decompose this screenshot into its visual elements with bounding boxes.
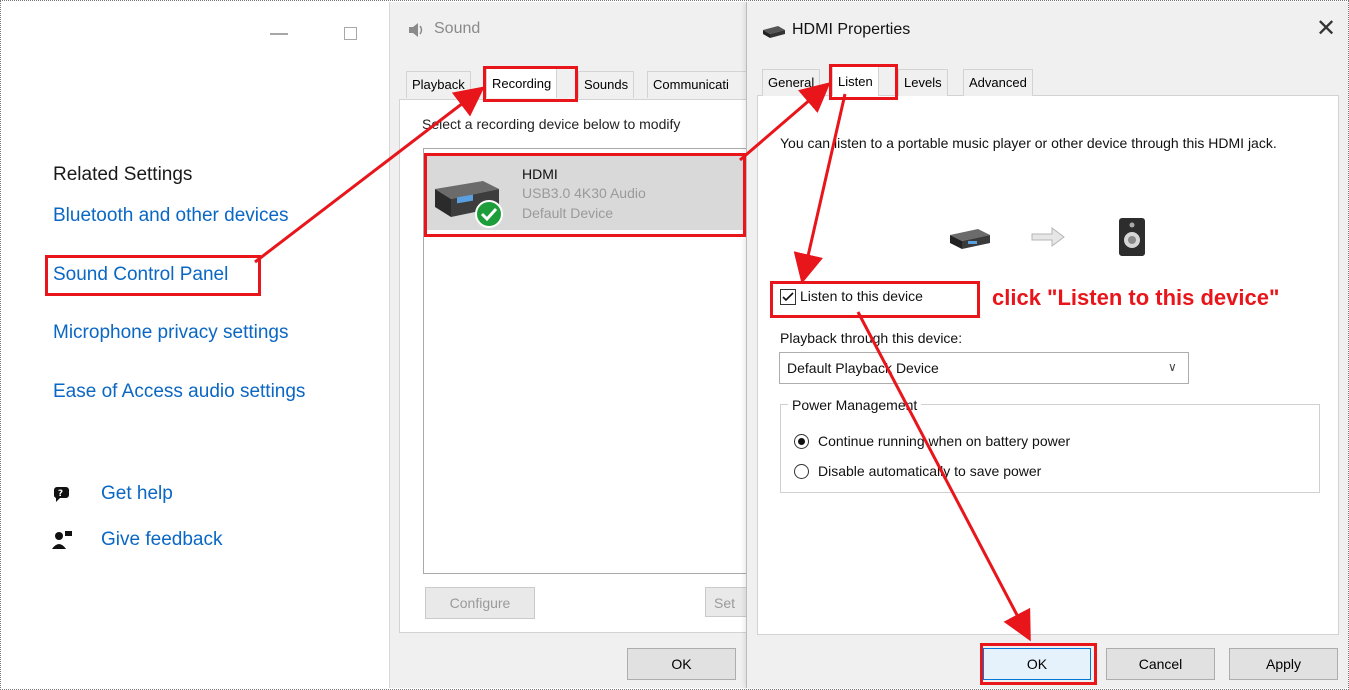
checkmark-icon xyxy=(782,292,794,302)
configure-button[interactable]: Configure xyxy=(425,587,535,619)
speaker-icon xyxy=(409,23,423,37)
listen-description: You can listen to a portable music playe… xyxy=(780,135,1277,151)
tab-recording[interactable]: Recording xyxy=(486,68,558,98)
speaker-device-icon xyxy=(1119,218,1145,256)
radio-selected-dot xyxy=(798,438,805,445)
bluetooth-devices-link[interactable]: Bluetooth and other devices xyxy=(53,205,289,227)
default-device-check-icon xyxy=(475,200,503,228)
help-chat-icon: ? xyxy=(53,487,69,502)
device-name: HDMI xyxy=(522,166,558,182)
tab-levels[interactable]: Levels xyxy=(898,69,948,96)
feedback-icon xyxy=(52,531,72,549)
hdmi-apply-button[interactable]: Apply xyxy=(1229,648,1338,680)
microphone-privacy-link[interactable]: Microphone privacy settings xyxy=(53,322,289,344)
hdmi-device-title-icon xyxy=(763,26,785,38)
hdmi-cancel-button[interactable]: Cancel xyxy=(1106,648,1215,680)
device-description: USB3.0 4K30 Audio xyxy=(522,185,646,201)
radio-disable-automatically[interactable] xyxy=(794,464,809,479)
tab-playback[interactable]: Playback xyxy=(406,71,471,98)
sound-dialog-title: Sound xyxy=(434,20,481,37)
instruction-callout: click "Listen to this device" xyxy=(992,285,1280,310)
give-feedback-link[interactable]: Give feedback xyxy=(101,529,222,551)
power-management-title: Power Management xyxy=(788,397,922,413)
minimize-button[interactable] xyxy=(270,33,288,35)
continue-running-label[interactable]: Continue running when on battery power xyxy=(818,433,1070,449)
arrow-right-icon xyxy=(1031,227,1065,247)
settings-panel xyxy=(2,2,386,688)
disable-automatically-label[interactable]: Disable automatically to save power xyxy=(818,463,1041,479)
listen-checkbox[interactable] xyxy=(780,289,796,305)
get-help-link[interactable]: Get help xyxy=(101,483,173,505)
source-device-icon xyxy=(950,229,990,249)
tab-sounds[interactable]: Sounds xyxy=(578,71,635,98)
radio-continue-running[interactable] xyxy=(794,434,809,449)
maximize-button[interactable] xyxy=(344,27,357,40)
recording-instruction: Select a recording device below to modif… xyxy=(422,116,681,132)
ease-of-access-audio-link[interactable]: Ease of Access audio settings xyxy=(53,381,305,403)
device-status: Default Device xyxy=(522,205,614,221)
playback-device-value: Default Playback Device xyxy=(787,360,939,376)
tab-communications[interactable]: Communicati xyxy=(647,71,754,98)
hdmi-ok-button[interactable]: OK xyxy=(983,648,1091,680)
chevron-down-icon: ∨ xyxy=(1168,360,1177,374)
playback-device-select[interactable]: Default Playback Device ∨ xyxy=(779,352,1189,384)
tab-general[interactable]: General xyxy=(762,69,821,96)
sound-ok-button[interactable]: OK xyxy=(627,648,736,680)
set-default-button[interactable]: Set xyxy=(705,587,751,617)
tab-advanced[interactable]: Advanced xyxy=(963,69,1033,96)
playback-through-label: Playback through this device: xyxy=(780,330,963,346)
tab-listen[interactable]: Listen xyxy=(832,66,879,96)
hdmi-dialog-title: HDMI Properties xyxy=(792,21,911,38)
sound-control-panel-link[interactable]: Sound Control Panel xyxy=(53,264,228,286)
listen-checkbox-label[interactable]: Listen to this device xyxy=(800,288,923,304)
svg-text:?: ? xyxy=(58,489,63,499)
close-icon[interactable]: ✕ xyxy=(1316,14,1336,43)
related-settings-heading: Related Settings xyxy=(53,164,193,185)
